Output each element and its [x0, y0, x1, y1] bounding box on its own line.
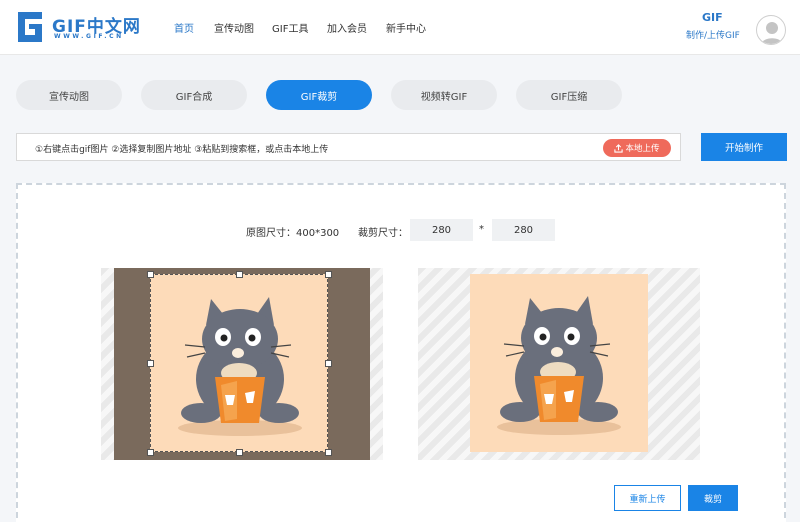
gif-badge: GIF — [702, 11, 723, 24]
logo[interactable]: GIF中文网 WWW.GIF.CN — [16, 10, 146, 44]
nav-home[interactable]: 首页 — [174, 20, 194, 35]
crop-handle-top-right[interactable] — [325, 271, 332, 278]
start-button[interactable]: 开始制作 — [701, 133, 787, 161]
local-upload-label: 本地上传 — [625, 144, 660, 154]
original-size-label: 原图尺寸：400*300 — [246, 228, 340, 239]
upload-hint: ①右键点击gif图片 ②选择复制图片地址 ③粘贴到搜索框，或点击本地上传 — [35, 145, 329, 155]
crop-size-label: 裁剪尺寸： — [358, 228, 408, 239]
logo-mark-icon — [18, 12, 42, 42]
crop-button[interactable]: 裁剪 — [688, 485, 738, 511]
header: GIF中文网 WWW.GIF.CN 首页 宣传动图 GIF工具 加入会员 新手中… — [0, 0, 800, 55]
crop-selection-box[interactable] — [150, 274, 328, 452]
preview-image — [470, 274, 648, 452]
crop-handle-bottom-right[interactable] — [325, 449, 332, 456]
make-upload-link[interactable]: 制作/上传GIF — [686, 28, 740, 41]
local-upload-button[interactable]: 本地上传 — [603, 139, 671, 157]
crop-width-input[interactable] — [410, 219, 473, 241]
nav-beginner-center[interactable]: 新手中心 — [386, 20, 426, 35]
nav-join-member[interactable]: 加入会员 — [327, 20, 367, 35]
tab-video-to-gif[interactable]: 视频转GIF — [391, 80, 497, 110]
source-image-panel — [101, 268, 383, 460]
crop-handle-top[interactable] — [236, 271, 243, 278]
reupload-button[interactable]: 重新上传 — [614, 485, 681, 511]
upload-icon — [614, 143, 624, 153]
user-icon — [761, 22, 783, 44]
crop-handle-right[interactable] — [325, 360, 332, 367]
crop-handle-bottom[interactable] — [236, 449, 243, 456]
tab-gif-compress[interactable]: GIF压缩 — [516, 80, 622, 110]
crop-height-input[interactable] — [492, 219, 555, 241]
crop-handle-left[interactable] — [147, 360, 154, 367]
tab-gif-crop[interactable]: GIF裁剪 — [266, 80, 372, 110]
logo-subtext: WWW.GIF.CN — [54, 33, 124, 40]
cat-preview-image — [497, 296, 621, 435]
crop-handle-bottom-left[interactable] — [147, 449, 154, 456]
times-sign: * — [479, 224, 484, 235]
cat-image — [178, 297, 302, 436]
nav-gif-tools[interactable]: GIF工具 — [272, 20, 308, 35]
preview-panel — [418, 268, 700, 460]
tab-gif-compose[interactable]: GIF合成 — [141, 80, 247, 110]
avatar[interactable] — [756, 15, 786, 45]
tab-promo-gif[interactable]: 宣传动图 — [16, 80, 122, 110]
nav-promo-gif[interactable]: 宣传动图 — [214, 20, 254, 35]
size-row: 原图尺寸：400*300 裁剪尺寸： * — [0, 219, 800, 241]
crop-handle-top-left[interactable] — [147, 271, 154, 278]
url-input-box[interactable]: ①右键点击gif图片 ②选择复制图片地址 ③粘贴到搜索框，或点击本地上传 本地上… — [16, 133, 681, 161]
